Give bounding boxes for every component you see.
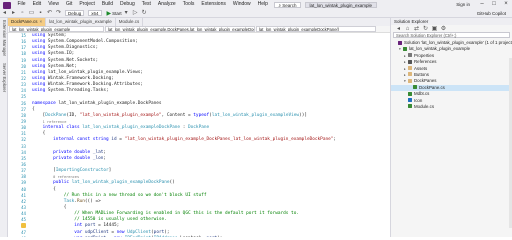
solution-explorer-toolbar: ◂ ⌂ ⇄ ↻ ▣ ⚙ [391,25,512,32]
tab-label: Module.cs [118,19,140,24]
line-number-gutter: 15 16 17 18 19 20 21 22 23 24 25 26 27 28 29 30 31 32 33 34… [8,33,28,237]
start-icon[interactable]: ▶ [107,10,112,17]
window-title: lat_lon_wintak_plugin_example [304,1,378,8]
menu-project[interactable]: Project [76,0,99,9]
folder-icon [408,78,412,83]
menu-extensions[interactable]: Extensions [198,0,229,9]
hot-reload-icon[interactable]: ↻ [141,10,147,16]
tree-item-label: Module.cs [414,103,435,109]
tree-item-label: DockPanes [414,78,437,84]
menu-analyze[interactable]: Analyze [154,0,179,9]
start-dropdown-icon[interactable]: ▾ [123,10,129,16]
tab-label: lat_lon_wintak_plugin_example [49,19,112,24]
folder-icon [408,66,412,71]
tree-item-label: Properties [414,52,435,58]
sync-icon[interactable]: ⇄ [414,26,420,32]
menu-bar: File Edit View Git Project Build Debug Test Anal… [14,0,271,9]
navigation-bar: lat_lon_wintak_plugin_example lat_lon_wi… [8,26,390,33]
tree-item-label: Solution 'lat_lon_wintak_plugin_example'… [404,40,512,45]
member-dropdown[interactable]: lat_lon_wintak_plugin_exampleDockPane() [256,26,376,32]
folder-icon [408,72,412,77]
start-button[interactable]: Start [112,11,122,16]
csharp-project-icon [403,46,407,51]
solution-explorer-panel: Solution Explorer ◂ ⌂ ⇄ ↻ ▣ ⚙ Search Sol… [390,18,512,237]
code-line: var endPoint = new IPEndPoint(IPAddress.… [32,236,390,237]
tree-item-label: Buttons [414,71,429,77]
menu-debug[interactable]: Debug [117,0,139,9]
back-icon[interactable]: ◂ [396,26,402,32]
server-explorer-tab[interactable]: Server Explorer [0,58,8,98]
sign-in-link[interactable]: Sign in [456,2,470,7]
back-icon[interactable]: ◂ [2,10,8,16]
settings-icon[interactable]: ⚙ [441,26,447,32]
menu-edit[interactable]: Edit [29,0,45,9]
lightbulb-icon[interactable] [21,223,26,228]
forward-icon[interactable]: ▸ [11,10,17,16]
menu-help[interactable]: Help [254,0,271,9]
tab-label: DockPane.cs [11,19,38,24]
close-icon[interactable]: × [500,0,512,9]
document-tabs: DockPane.cs × lat_lon_wintak_plugin_examp… [8,18,390,26]
csharp-file-icon [408,91,412,96]
code-text[interactable]: using System; using System.ComponentMode… [32,33,390,237]
home-icon[interactable]: ⌂ [405,26,411,32]
open-folder-icon[interactable]: ▭ [29,10,35,16]
project-dropdown[interactable]: lat_lon_wintak_plugin_example [9,26,104,32]
extension-manager-tab[interactable]: Extension Manager [0,18,8,58]
tree-item-label: References [414,59,437,65]
solution-search-input[interactable]: Search Solution Explorer (Ctrl+;) [393,32,510,38]
redo-icon[interactable]: ↷ [56,10,62,16]
run-without-debug-icon[interactable]: ▷ [132,10,138,16]
search-box[interactable]: ⌕ Search [274,1,301,8]
search-label: Search [282,2,297,8]
line-number: 48 [8,236,28,237]
tab-plugin-example[interactable]: lat_lon_wintak_plugin_example [46,18,116,26]
visual-studio-logo-icon [3,1,11,9]
solution-explorer-title: Solution Explorer [391,18,512,25]
tree-item-label: Icon [414,97,423,103]
save-icon[interactable]: ▪ [38,10,44,16]
github-copilot-button[interactable]: GitHub Copilot [477,11,506,16]
menu-file[interactable]: File [14,0,29,9]
code-editor[interactable]: 15 16 17 18 19 20 21 22 23 24 25 26 27 28 29 30 31 32 33 34… [8,33,390,237]
csharp-file-icon [413,85,417,90]
new-file-icon[interactable]: ▫ [20,10,26,16]
minimize-icon[interactable]: – [476,0,488,9]
menu-window[interactable]: Window [229,0,254,9]
tab-module[interactable]: Module.cs [116,18,144,26]
tree-item-label: Assets [414,65,428,71]
refresh-icon[interactable]: ↻ [423,26,429,32]
image-icon [408,98,412,103]
menu-view[interactable]: View [45,0,63,9]
left-tool-strip: Extension Manager Server Explorer [0,18,8,237]
solution-tree: Solution 'lat_lon_wintak_plugin_example'… [391,40,512,110]
tree-item-label: lat_lon_wintak_plugin_example [409,46,471,52]
menu-tools[interactable]: Tools [179,0,198,9]
title-bar: File Edit View Git Project Build Debug Test Anal… [0,0,512,9]
tree-item[interactable]: Module.cs [391,104,512,110]
undo-icon[interactable]: ↶ [47,10,53,16]
tree-item-label: DockPane.cs [419,84,445,90]
menu-test[interactable]: Test [138,0,154,9]
tree-item-label: Mdbt.cs [414,91,430,97]
maximize-icon[interactable]: □ [488,0,500,9]
platform-dropdown[interactable]: x64 [88,10,102,16]
wrench-icon [408,53,412,58]
csharp-file-icon [408,104,412,109]
toolbar: ◂ ▸ ▫ ▭ ▪ ↶ ↷ Debug x64 ▶ Start ▾ ▷ ↻ Gi… [0,9,512,18]
type-dropdown[interactable]: lat_lon_wintak_plugin_example.DockPanes.… [105,26,255,32]
menu-git[interactable]: Git [62,0,75,9]
tab-dockpane[interactable]: DockPane.cs × [8,18,47,26]
configuration-dropdown[interactable]: Debug [65,10,85,16]
solution-icon [398,40,402,45]
menu-build[interactable]: Build [98,0,116,9]
collapse-all-icon[interactable]: ▣ [432,26,438,32]
close-tab-icon[interactable]: × [40,19,43,24]
panel-title: Solution Explorer [394,19,429,24]
references-icon [408,59,412,64]
